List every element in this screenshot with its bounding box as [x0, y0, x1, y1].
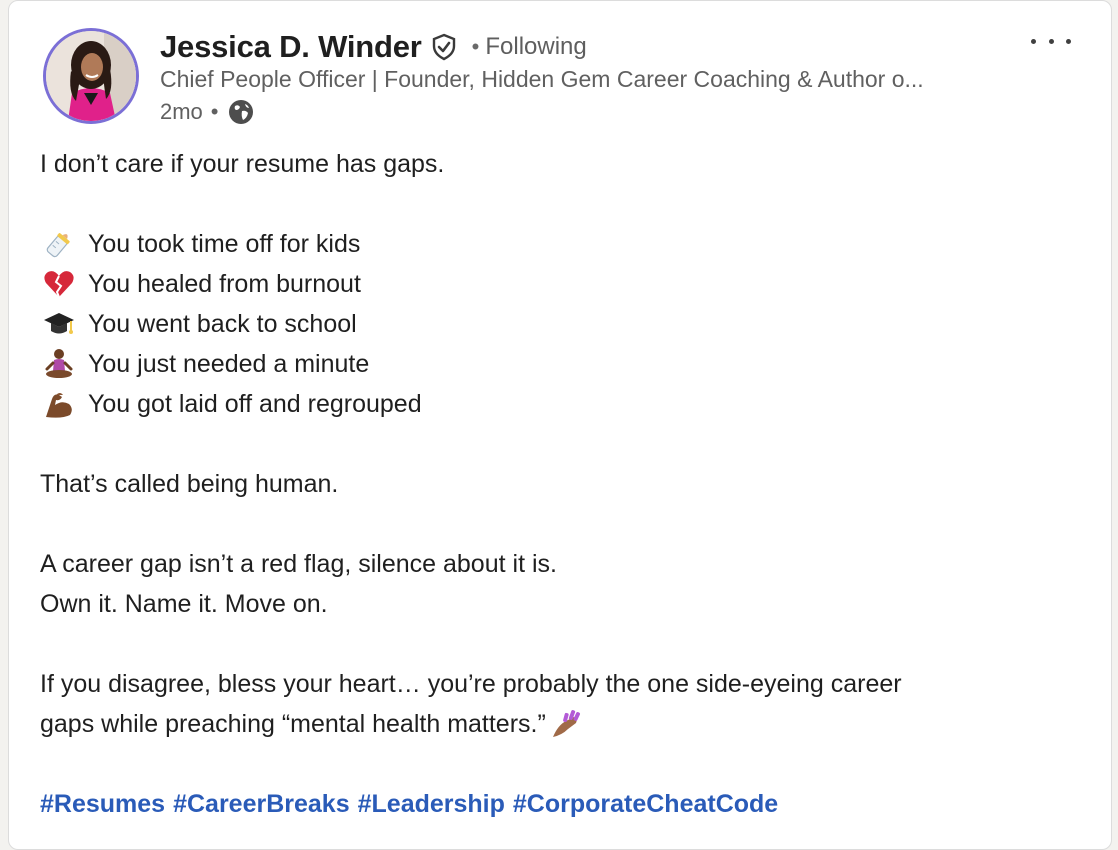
following-status[interactable]: Following: [485, 33, 586, 61]
flexed-biceps-icon: [40, 387, 78, 421]
reason-item: You got laid off and regrouped: [40, 384, 1080, 424]
hashtag-link[interactable]: #CorporateCheatCode: [513, 784, 778, 824]
hashtag-row: #Resumes #CareerBreaks #Leadership #Corp…: [40, 784, 1080, 824]
reason-text: You just needed a minute: [88, 350, 370, 378]
post-time: 2mo: [160, 99, 203, 124]
post-gap-line-2: Own it. Name it. Move on.: [40, 590, 328, 618]
hashtag-link[interactable]: #Resumes: [40, 784, 165, 824]
author-name-row: Jessica D. Winder • Following: [160, 27, 587, 67]
baby-bottle-icon: [40, 227, 78, 261]
meditating-person-icon: [40, 347, 78, 381]
hashtag-link[interactable]: #CareerBreaks: [173, 784, 350, 824]
verified-shield-icon: [430, 33, 458, 61]
post-disagree-line-2: gaps while preaching “mental health matt…: [40, 710, 546, 738]
reason-text: You healed from burnout: [88, 270, 361, 298]
post-human-line: That’s called being human.: [40, 470, 339, 498]
broken-heart-icon: [40, 267, 78, 301]
post-body: I don’t care if your resume has gaps. Yo…: [40, 144, 1080, 824]
reason-item: You just needed a minute: [40, 344, 1080, 384]
more-options-icon[interactable]: [1031, 29, 1071, 53]
hashtag-link[interactable]: #Leadership: [358, 784, 505, 824]
reason-text: You took time off for kids: [88, 230, 361, 258]
graduation-cap-icon: [40, 307, 78, 341]
globe-icon: [227, 98, 255, 126]
reason-text: You went back to school: [88, 310, 357, 338]
post-meta: 2mo •: [160, 97, 255, 127]
reason-item: You healed from burnout: [40, 264, 1080, 304]
post-card: Jessica D. Winder • Following Chief Peop…: [8, 0, 1112, 850]
post-gap-line-1: A career gap isn’t a red flag, silence a…: [40, 550, 557, 578]
post-disagree-line-1: If you disagree, bless your heart… you’r…: [40, 670, 902, 698]
nail-polish-icon: [550, 707, 588, 741]
post-intro: I don’t care if your resume has gaps.: [40, 150, 445, 178]
post-disagree-row: gaps while preaching “mental health matt…: [40, 704, 1080, 744]
reason-text: You got laid off and regrouped: [88, 390, 422, 418]
meta-separator: •: [210, 99, 219, 124]
reason-item: You took time off for kids: [40, 224, 1080, 264]
follow-separator: •: [471, 34, 480, 59]
author-avatar[interactable]: [43, 28, 139, 124]
author-headline: Chief People Officer | Founder, Hidden G…: [160, 66, 924, 92]
author-name[interactable]: Jessica D. Winder: [160, 29, 422, 65]
reason-item: You went back to school: [40, 304, 1080, 344]
